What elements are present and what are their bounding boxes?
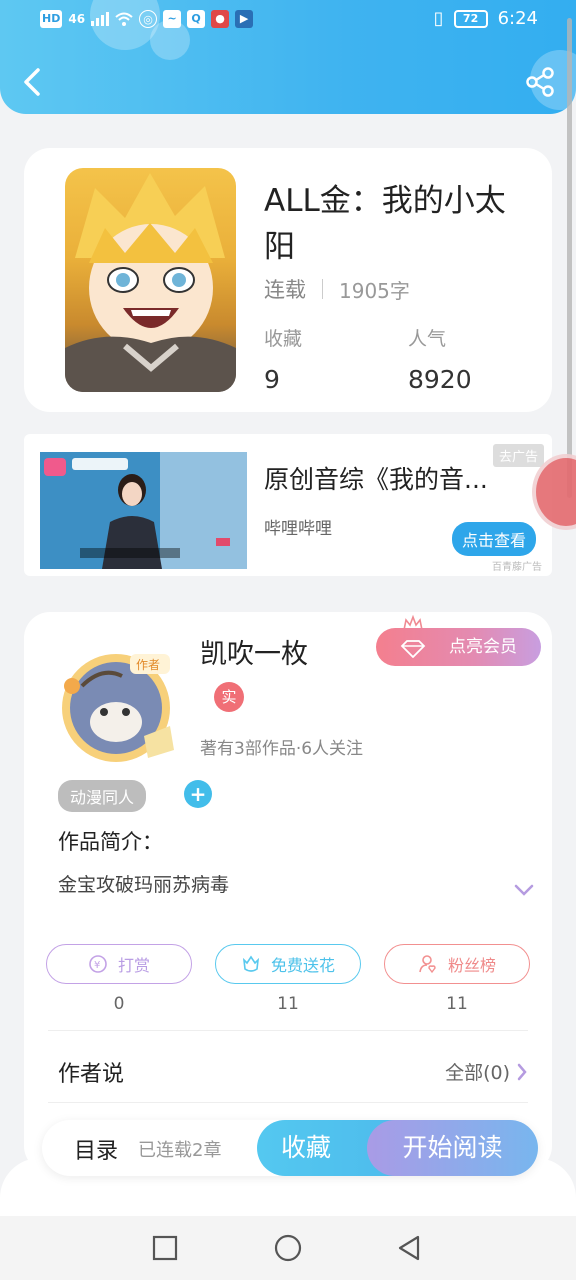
vibrate-icon: ▯ [433,8,444,29]
wifi-icon [115,12,133,26]
fan-count: 11 [446,994,468,1014]
ad-card[interactable]: 原创音综《我的音... 哔哩哔哩 去广告 点击查看 百青藤广告 [24,434,552,576]
clock: 6:24 [497,8,538,29]
popularity-label: 人气 [408,328,447,350]
chapter-count[interactable]: 已连载2章 [138,1136,221,1162]
system-nav-bar [0,1216,576,1280]
flower-icon [242,955,260,972]
header: HD 46 ◎ ~ Q ● ▶ ▯ 72 6:24 [0,0,576,114]
fan-ranking-label: 粉丝榜 [447,956,496,975]
author-says-all-link[interactable]: 全部(0) [445,1058,528,1085]
book-cover[interactable] [65,168,236,392]
popularity-value: 8920 [408,365,472,394]
network-indicator: 46 [68,12,86,26]
divider [322,279,323,299]
add-tag-button[interactable]: + [184,780,212,808]
triangle-icon[interactable] [396,1234,424,1262]
send-flower-button[interactable]: 免费送花 [215,944,361,984]
share-icon[interactable] [524,66,556,98]
verified-badge: 实 [214,682,244,712]
tip-button[interactable]: ¥ 打赏 [46,944,192,984]
word-count: 1905字 [339,278,410,303]
divider [48,1030,528,1031]
flower-count: 11 [277,994,299,1014]
book-info-card: ALL金：我的小太阳 连载 1905字 收藏 9 人气 8920 [24,148,552,412]
app-notification-icon: ◎ [139,10,158,28]
intro-label: 作品简介： [58,830,163,854]
fan-ranking-button[interactable]: 粉丝榜 [384,944,530,984]
cover-artwork [65,173,236,392]
author-stats: 著有3部作品·6人关注 [200,739,364,759]
coin-icon: ¥ [89,955,107,973]
square-icon[interactable] [151,1234,179,1262]
vip-button-label: 点亮会员 [449,637,517,657]
favorites-label: 收藏 [264,328,303,350]
status-left: HD 46 ◎ ~ Q ● ▶ [40,10,254,28]
book-status: 连载 [264,278,306,302]
ad-image[interactable] [40,452,247,569]
author-avatar[interactable]: 作者 [52,646,192,766]
remove-ad-button[interactable]: 去广告 [492,444,544,467]
back-arrow-icon[interactable] [18,62,48,102]
table-of-contents-button[interactable]: 目录 [74,1133,118,1165]
app-notification-icon: ~ [163,10,182,28]
mic-notification-icon: ● [211,10,230,28]
author-name[interactable]: 凯吹一枚 [200,632,308,671]
hd-indicator: HD [40,10,63,28]
author-says-label: 作者说 [58,1062,125,1087]
signal-icon [91,12,110,26]
app-notification-icon: ▶ [235,10,254,28]
intro-text: 金宝攻破玛丽苏病毒 [58,874,230,896]
ad-cta-button[interactable]: 点击查看 [451,522,536,556]
favorites-value: 9 [264,365,280,394]
author-says-count: 全部(0) [445,1062,510,1084]
scroll-indicator [567,18,572,498]
author-card: 作者 凯吹一枚 点亮会员 实 著有3部作品·6人关注 动漫同人 + 作品简介： … [24,612,552,1172]
author-avatar-frame: 作者 [62,654,174,762]
bottom-action-bar: 目录 已连载2章 收藏 开始阅读 [42,1120,538,1176]
circle-icon[interactable] [274,1234,302,1262]
ad-subtitle: 哔哩哔哩 [264,519,332,539]
tip-count: 0 [113,994,125,1014]
svg-text:作者: 作者 [136,658,160,672]
chevron-down-icon[interactable] [512,880,536,900]
send-flower-label: 免费送花 [270,956,335,975]
svg-text:¥: ¥ [94,960,100,971]
battery-icon: 72 [453,9,488,28]
tip-label: 打赏 [117,956,150,975]
ad-artwork [40,452,247,569]
diamond-icon [400,640,426,658]
book-title: ALL金：我的小太阳 [264,183,506,265]
book-status-row: 连载 1905字 [264,274,410,304]
status-bar: HD 46 ◎ ~ Q ● ▶ ▯ 72 6:24 [0,0,576,40]
fan-icon [419,955,436,974]
status-right: ▯ 72 6:24 [434,8,538,29]
ad-source: 百青藤广告 [492,562,542,573]
favorites-stat: 收藏 9 [264,324,302,394]
category-tag[interactable]: 动漫同人 [58,780,147,812]
popularity-stat: 人气 8920 [408,324,472,394]
chevron-right-icon [517,1063,527,1080]
start-reading-button[interactable]: 开始阅读 [367,1120,538,1176]
ad-title[interactable]: 原创音综《我的音... [264,460,514,496]
divider [48,1102,528,1103]
search-notification-icon: Q [187,10,206,28]
